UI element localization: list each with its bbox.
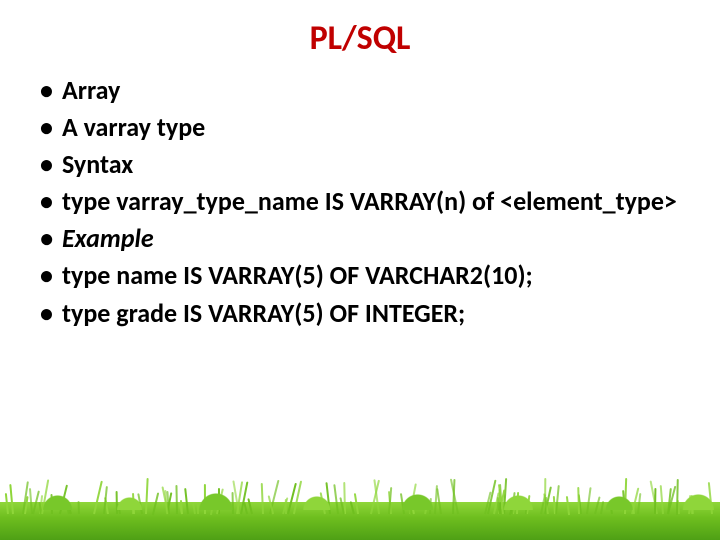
list-item: A varray type (40, 110, 692, 145)
grass-decoration (0, 460, 720, 540)
list-item: type name IS VARRAY(5) OF VARCHAR2(10); (40, 258, 692, 293)
list-item: Syntax (40, 147, 692, 182)
list-item: Example (40, 221, 692, 256)
list-item: type grade IS VARRAY(5) OF INTEGER; (40, 296, 692, 331)
bullet-list: Array A varray type Syntax type varray_t… (28, 73, 692, 331)
slide: PL/SQL Array A varray type Syntax type v… (0, 0, 720, 540)
slide-title: PL/SQL (28, 18, 692, 59)
list-item: type varray_type_name IS VARRAY(n) of <e… (40, 184, 692, 219)
grass-blades (0, 474, 720, 514)
list-item: Array (40, 73, 692, 108)
